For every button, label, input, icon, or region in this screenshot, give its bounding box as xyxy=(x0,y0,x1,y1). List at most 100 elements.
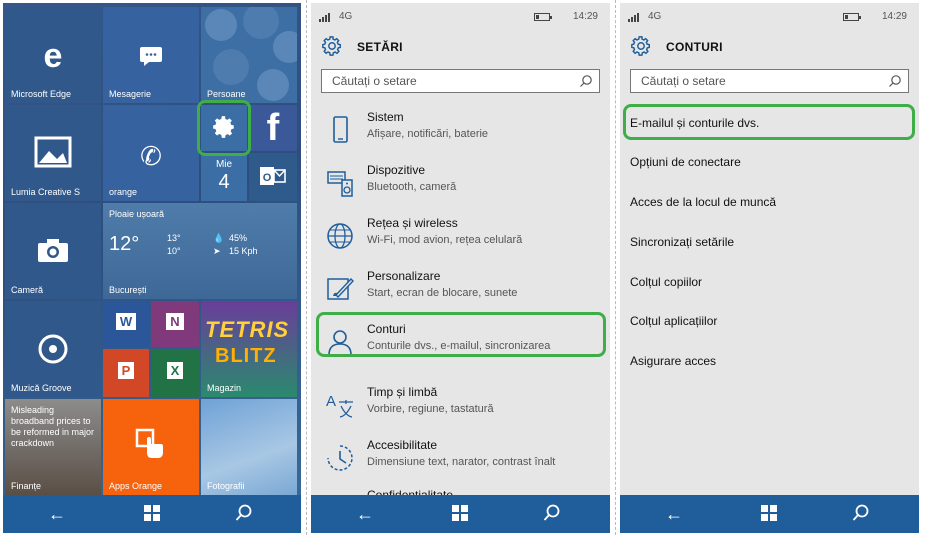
status-bar: 4G 14:29 xyxy=(311,3,610,27)
svg-text:A: A xyxy=(326,393,336,410)
outlook-icon: O xyxy=(249,165,297,189)
status-bar: 4G 14:29 xyxy=(620,3,919,27)
settings-search-box[interactable] xyxy=(321,69,600,93)
status-time: 14:29 xyxy=(881,11,907,22)
tile-calendar[interactable]: Mie 4 xyxy=(201,153,247,201)
gear-icon xyxy=(631,36,650,56)
tile-lumia-creative[interactable]: Lumia Creative S xyxy=(5,105,101,201)
music-disc-icon xyxy=(5,333,101,367)
weather-wind: 15 Kph xyxy=(229,246,258,256)
tile-edge[interactable]: e Microsoft Edge xyxy=(5,7,101,103)
weather-city: București xyxy=(109,285,147,295)
news-headline: Misleading broadband prices to be reform… xyxy=(11,405,95,448)
nav-bar: ← xyxy=(620,495,919,533)
tile-finance[interactable]: Misleading broadband prices to be reform… xyxy=(5,399,101,495)
tile-phone[interactable]: ✆ orange xyxy=(103,105,199,201)
account-item-assigned-access[interactable]: Asigurare acces xyxy=(630,354,716,368)
setting-network[interactable]: Rețea și wireless Wi-Fi, mod avion, rețe… xyxy=(321,215,601,259)
search-icon[interactable] xyxy=(234,504,254,524)
battery-icon xyxy=(843,13,861,21)
account-item-work-access[interactable]: Acces de la locul de muncă xyxy=(630,195,776,209)
tile-weather[interactable]: Ploaie ușoară 12° 13° 10° 💧 45% ➤ 15 Kph… xyxy=(103,203,297,299)
windows-icon[interactable] xyxy=(759,504,779,524)
back-icon[interactable]: ← xyxy=(47,504,67,524)
tile-store[interactable]: TETRIS BLITZ Magazin xyxy=(201,301,297,397)
search-icon[interactable] xyxy=(579,74,593,88)
word-icon: W xyxy=(103,313,149,330)
nav-bar: ← xyxy=(311,495,610,533)
tile-camera[interactable]: Cameră xyxy=(5,203,101,299)
battery-icon xyxy=(534,13,552,21)
signal-icon xyxy=(628,11,640,22)
account-item-sync-settings[interactable]: Sincronizați setările xyxy=(630,235,734,249)
store-game-title-1: TETRIS xyxy=(205,317,290,342)
store-game-title-2: BLITZ xyxy=(215,345,277,367)
weather-precip: 45% xyxy=(229,233,248,243)
email-accounts-highlight xyxy=(623,104,915,140)
calendar-date: 4 xyxy=(218,171,230,193)
account-item-apps-corner[interactable]: Colțul aplicațiilor xyxy=(630,314,717,328)
start-screen: 4G e Microsoft Edge Mesagerie Persoane L… xyxy=(3,3,301,533)
language-icon: A xyxy=(326,393,353,418)
accounts-screen: 4G 14:29 CONTURI E-mailul și conturile d… xyxy=(620,3,919,533)
tile-outlook[interactable]: O xyxy=(249,153,297,201)
search-input[interactable] xyxy=(332,70,572,92)
onenote-icon: N xyxy=(151,313,199,330)
weather-condition: Ploaie ușoară xyxy=(109,209,165,219)
windows-icon[interactable] xyxy=(142,504,162,524)
camera-icon xyxy=(5,237,101,265)
tile-word[interactable]: W xyxy=(103,301,149,347)
accessibility-icon xyxy=(327,445,353,471)
tile-apps-orange[interactable]: Apps Orange xyxy=(103,399,199,495)
tile-people[interactable]: Persoane xyxy=(201,7,297,103)
status-time: 14:29 xyxy=(572,11,598,22)
facebook-icon: f xyxy=(266,107,280,149)
wind-icon: ➤ xyxy=(213,246,221,256)
photo-edit-icon xyxy=(5,135,101,173)
phone-call-icon: ✆ xyxy=(140,141,162,171)
windows-icon[interactable] xyxy=(450,504,470,524)
search-icon[interactable] xyxy=(888,74,902,88)
setting-accessibility[interactable]: Accesibilitate Dimensiune text, narator,… xyxy=(321,437,601,481)
setting-devices[interactable]: Dispozitive Bluetooth, cameră xyxy=(321,162,601,206)
raindrop-icon: 💧 xyxy=(213,233,225,243)
tile-powerpoint[interactable]: P xyxy=(103,349,149,397)
account-item-signin-options[interactable]: Opțiuni de conectare xyxy=(630,155,741,169)
calendar-day: Mie xyxy=(215,159,233,170)
search-icon[interactable] xyxy=(851,504,871,524)
devices-icon xyxy=(327,171,353,197)
powerpoint-icon: P xyxy=(103,362,149,379)
message-icon xyxy=(103,45,199,69)
tile-messaging[interactable]: Mesagerie xyxy=(103,7,199,103)
tile-excel[interactable]: X xyxy=(151,349,199,397)
weather-low: 10° xyxy=(167,246,181,256)
search-input[interactable] xyxy=(641,70,881,92)
setting-system[interactable]: Sistem Afișare, notificări, baterie xyxy=(321,109,601,153)
search-icon[interactable] xyxy=(542,504,562,524)
svg-text:O: O xyxy=(263,172,272,184)
account-item-kids-corner[interactable]: Colțul copiilor xyxy=(630,275,702,289)
tile-onenote[interactable]: N xyxy=(151,301,199,347)
tile-facebook[interactable]: f xyxy=(249,105,297,151)
paint-icon xyxy=(327,277,354,300)
back-icon[interactable]: ← xyxy=(664,504,684,524)
nav-bar: ← xyxy=(3,495,301,533)
accounts-setting-highlight xyxy=(316,312,606,357)
edge-icon: e xyxy=(43,37,63,75)
setting-time-language[interactable]: A Timp și limbă Vorbire, regiune, tastat… xyxy=(321,384,601,428)
weather-temp: 12° xyxy=(109,233,140,255)
touch-hand-icon xyxy=(103,427,199,463)
setting-personalization[interactable]: Personalizare Start, ecran de blocare, s… xyxy=(321,268,601,312)
signal-icon xyxy=(319,11,331,22)
tile-groove-music[interactable]: Muzică Groove xyxy=(5,301,101,397)
accounts-search-box[interactable] xyxy=(630,69,909,93)
settings-screen: 4G 14:29 SETĂRI Sistem Afișare, notifică… xyxy=(311,3,610,533)
page-title: SETĂRI xyxy=(357,40,403,54)
gear-icon xyxy=(322,36,341,56)
network-label: 4G xyxy=(648,11,662,22)
back-icon[interactable]: ← xyxy=(355,504,375,524)
tile-photos[interactable]: Fotografii xyxy=(201,399,297,495)
network-label: 4G xyxy=(339,11,353,22)
globe-icon xyxy=(327,223,353,249)
settings-tile-highlight xyxy=(197,100,251,156)
